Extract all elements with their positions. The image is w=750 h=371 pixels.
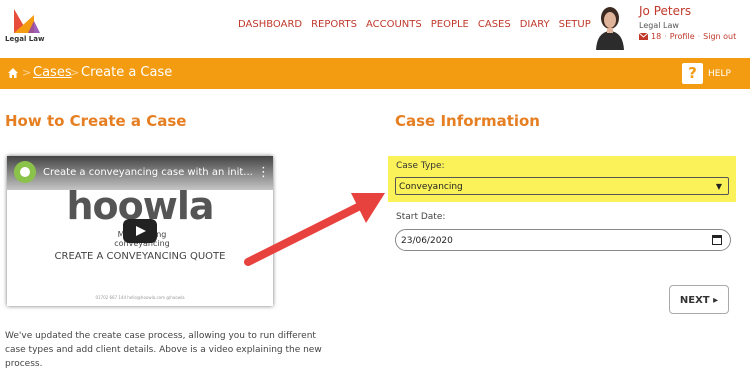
main-nav: DASHBOARD REPORTS ACCOUNTS PEOPLE CASES … (238, 19, 591, 30)
help-icon[interactable]: ? (682, 63, 703, 84)
case-type-select[interactable]: Conveyancing ▼ (395, 177, 729, 195)
link-separator: · (697, 32, 701, 41)
nav-people[interactable]: PEOPLE (431, 19, 469, 30)
profile-link[interactable]: Profile (670, 32, 695, 41)
breadcrumb-current: Create a Case (81, 65, 173, 80)
breadcrumb-separator: > (22, 66, 32, 79)
next-button[interactable]: NEXT ▸ (669, 285, 729, 314)
user-name[interactable]: Jo Peters (639, 4, 691, 18)
video-caption: CREATE A CONVEYANCING QUOTE (54, 251, 226, 262)
user-links: 18 · Profile · Sign out (639, 32, 736, 41)
nav-reports[interactable]: REPORTS (311, 19, 357, 30)
calendar-icon[interactable] (712, 235, 722, 245)
start-date-value: 23/06/2020 (401, 236, 453, 246)
chevron-down-icon: ▼ (715, 182, 722, 191)
start-date-input[interactable]: 23/06/2020 (395, 229, 731, 251)
nav-accounts[interactable]: ACCOUNTS (366, 19, 422, 30)
breadcrumb: > Cases > Create a Case ? HELP (0, 58, 750, 89)
nav-diary[interactable]: DIARY (520, 19, 550, 30)
more-options-icon[interactable]: ⋮ (257, 165, 270, 180)
tutorial-video[interactable]: Create a conveyancing case with an init.… (7, 156, 273, 306)
home-icon[interactable] (7, 67, 19, 79)
start-date-label: Start Date: (396, 212, 446, 222)
case-information-heading: Case Information (395, 112, 540, 130)
case-type-label: Case Type: (396, 161, 445, 171)
help-label[interactable]: HELP (708, 69, 731, 79)
breadcrumb-separator: > (70, 66, 80, 79)
link-separator: · (664, 32, 667, 41)
logo-text: Legal Law (5, 35, 45, 43)
video-title[interactable]: Create a conveyancing case with an init.… (43, 167, 253, 178)
play-icon[interactable] (123, 219, 157, 243)
signout-link[interactable]: Sign out (703, 32, 736, 41)
process-description: We've updated the create case process, a… (5, 331, 322, 369)
envelope-icon[interactable] (639, 33, 648, 40)
nav-cases[interactable]: CASES (478, 19, 511, 30)
how-to-heading: How to Create a Case (5, 112, 187, 130)
messages-count[interactable]: 18 (651, 32, 661, 41)
breadcrumb-cases-link[interactable]: Cases (33, 65, 72, 80)
video-footer: 01702 667 144 hello@hoowla.com @hoowla (95, 295, 185, 300)
case-type-value: Conveyancing (399, 182, 463, 192)
channel-icon[interactable] (14, 161, 36, 183)
nav-setup[interactable]: SETUP (559, 19, 591, 30)
top-header: Legal Law DASHBOARD REPORTS ACCOUNTS PEO… (0, 0, 750, 58)
user-org: Legal Law (639, 21, 679, 30)
nav-dashboard[interactable]: DASHBOARD (238, 19, 302, 30)
avatar[interactable] (593, 4, 627, 50)
